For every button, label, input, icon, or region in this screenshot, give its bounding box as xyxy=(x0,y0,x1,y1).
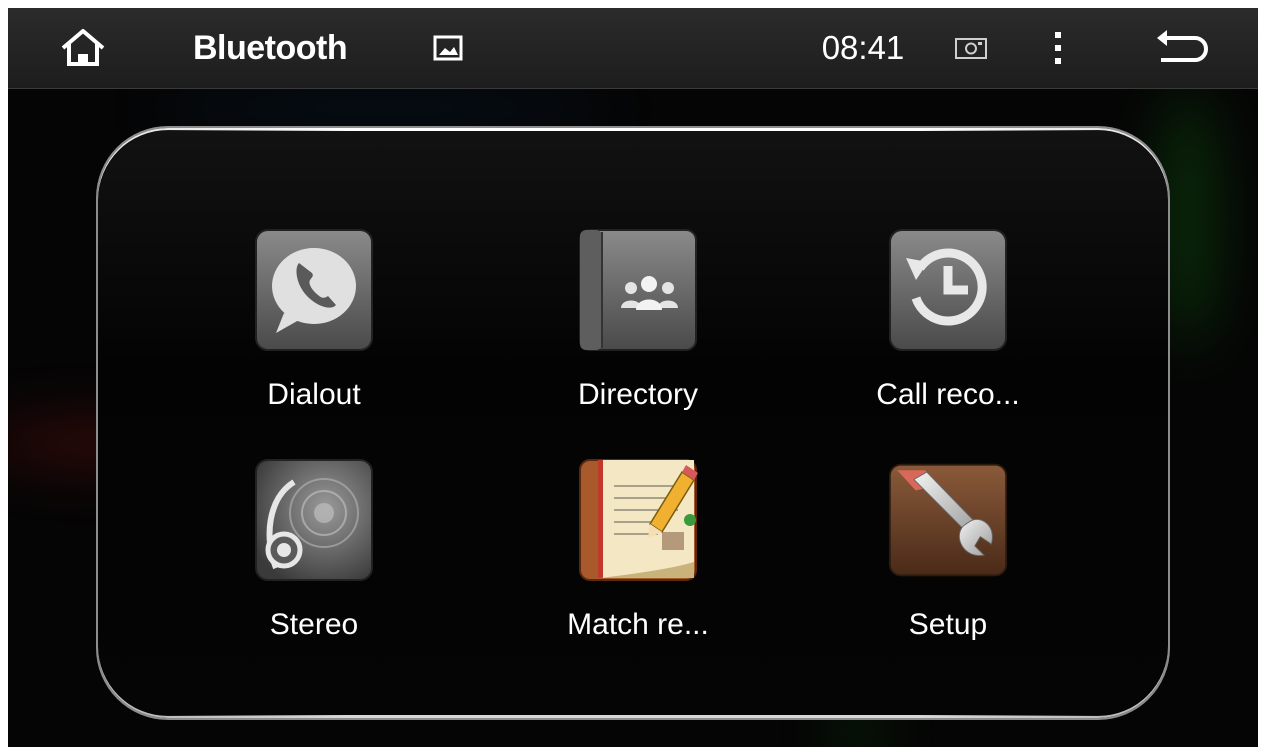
image-icon xyxy=(428,8,468,88)
panel-highlight-top xyxy=(158,128,1108,131)
app-label: Stereo xyxy=(269,608,359,641)
app-title: Bluetooth xyxy=(193,28,348,67)
app-label: Directory xyxy=(577,378,698,411)
app-label: Match re... xyxy=(567,608,709,641)
phone-bubble-icon xyxy=(254,228,374,353)
headphones-icon xyxy=(254,458,374,583)
app-setup[interactable]: Setup xyxy=(828,458,1068,668)
app-stereo[interactable]: Stereo xyxy=(194,458,434,668)
back-icon[interactable] xyxy=(1148,8,1218,88)
status-bar: Bluetooth 08:41 xyxy=(8,8,1258,89)
app-label: Setup xyxy=(908,608,988,641)
app-directory[interactable]: Directory xyxy=(518,228,758,438)
home-icon[interactable] xyxy=(48,8,118,88)
bluetooth-screen: Bluetooth 08:41 Dialout Directory Call r… xyxy=(8,8,1258,747)
notebook-pencil-icon xyxy=(578,458,698,583)
app-label: Call reco... xyxy=(876,378,1020,411)
more-icon[interactable] xyxy=(1038,8,1078,88)
clock: 08:41 xyxy=(821,29,905,66)
screenshot-icon[interactable] xyxy=(946,8,996,88)
background-glow-blue xyxy=(158,93,608,123)
app-match-records[interactable]: Match re... xyxy=(518,458,758,668)
contacts-book-icon xyxy=(578,228,698,353)
panel-highlight-bottom xyxy=(158,715,1108,718)
call-history-icon xyxy=(888,228,1008,353)
app-dialout[interactable]: Dialout xyxy=(194,228,434,438)
wrench-icon xyxy=(888,458,1008,583)
app-label: Dialout xyxy=(267,378,361,411)
app-call-records[interactable]: Call reco... xyxy=(828,228,1068,438)
